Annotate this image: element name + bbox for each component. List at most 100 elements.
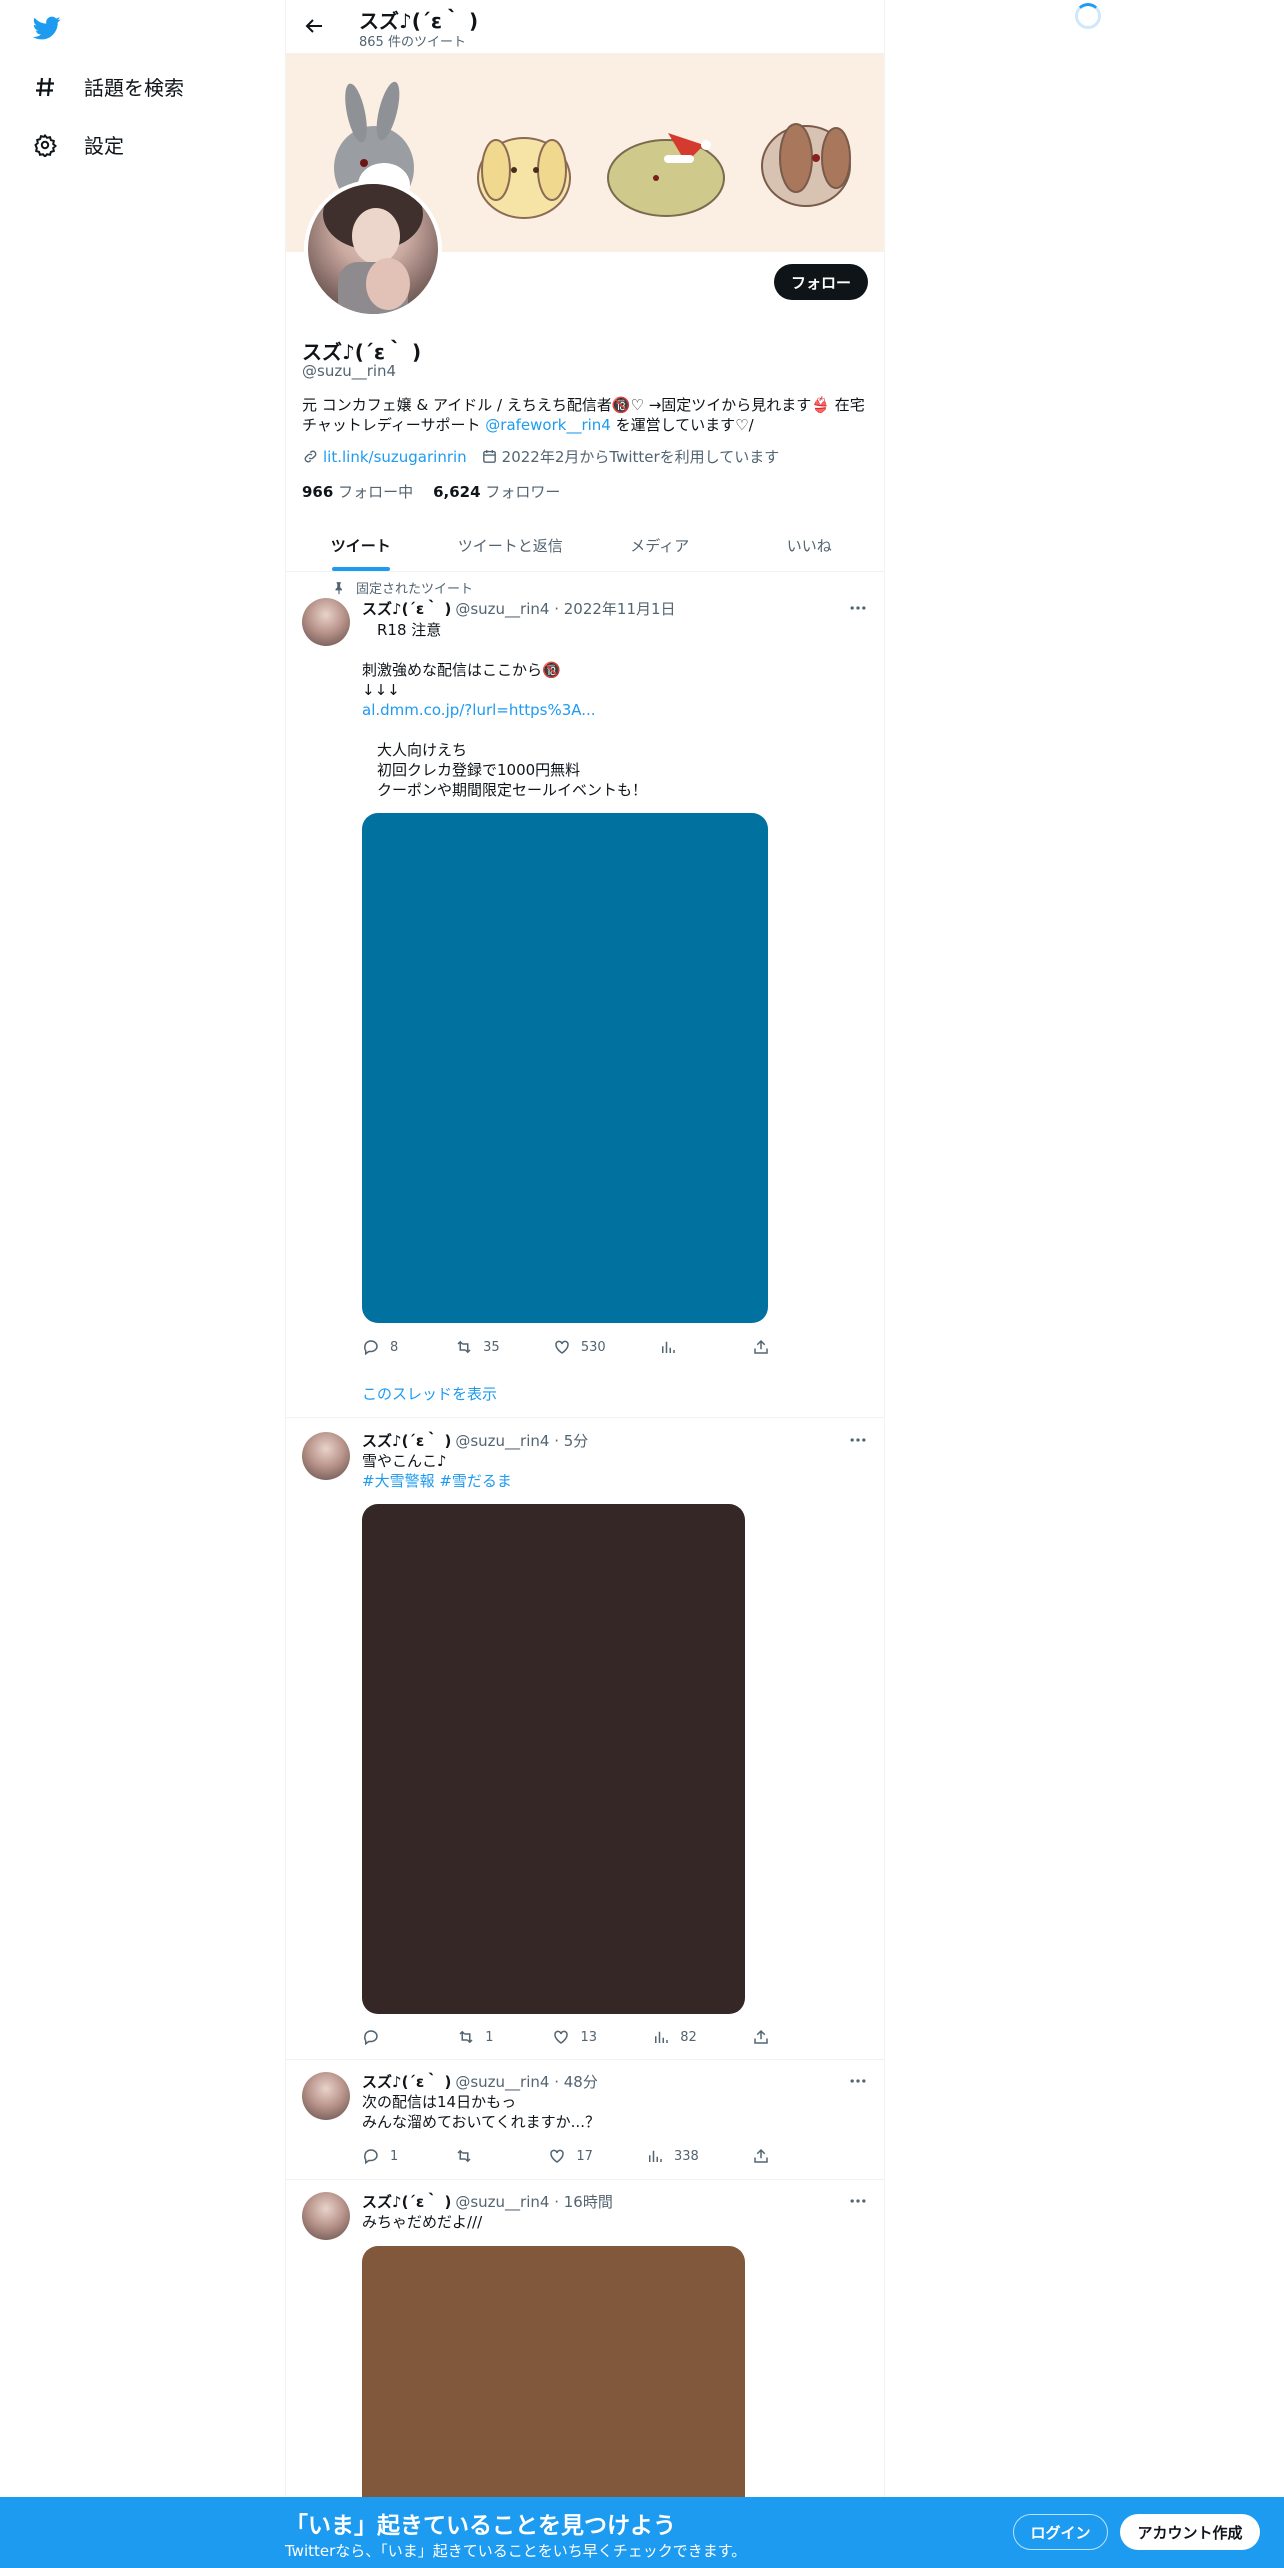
- tweet-header: スズ♪(´ε｀ ) @suzu__rin4 · 48分: [362, 2071, 598, 2092]
- reply-button[interactable]: 1: [362, 2147, 402, 2165]
- reply-button[interactable]: [362, 2028, 402, 2046]
- tweet-author-name[interactable]: スズ♪(´ε｀ ): [362, 1430, 451, 1451]
- views-count: 338: [674, 2148, 699, 2164]
- profile-link[interactable]: lit.link/suzugarinrin: [323, 448, 467, 466]
- tweet-line: 雪やこんこ♪: [362, 1452, 447, 1470]
- reply-button[interactable]: 8: [362, 1338, 402, 1356]
- heart-icon: [554, 2030, 569, 2044]
- share-button[interactable]: [752, 2147, 792, 2165]
- profile-joined: 2022年2月からTwitterを利用しています: [501, 448, 780, 466]
- retweet-icon: [459, 2030, 473, 2044]
- share-icon: [754, 2148, 768, 2163]
- left-navigation: 話題を検索 設定: [0, 0, 284, 2568]
- tweet-text: 雪やこんこ♪ #大雪警報 #雪だるま: [362, 1451, 867, 1491]
- like-count: 530: [580, 1339, 606, 1355]
- tweet-meta[interactable]: @suzu__rin4 · 48分: [455, 2071, 597, 2092]
- tweet-text: みちゃだめだよ///: [362, 2212, 867, 2232]
- profile-avatar[interactable]: [304, 180, 442, 318]
- back-arrow-icon[interactable]: [302, 14, 326, 38]
- tweet-avatar[interactable]: [302, 598, 350, 646]
- tweet-meta[interactable]: @suzu__rin4 · 16時間: [455, 2191, 612, 2212]
- nav-settings[interactable]: 設定: [32, 130, 124, 159]
- header-tweet-count: 865 件のツイート: [359, 35, 466, 50]
- retweet-button[interactable]: 35: [455, 1338, 500, 1356]
- hashtag-icon: [32, 74, 58, 100]
- nav-explore-label: 話題を検索: [84, 76, 184, 100]
- followers-label: フォロワー: [485, 483, 561, 501]
- following-label: フォロー中: [338, 483, 414, 501]
- profile-link-item[interactable]: lit.link/suzugarinrin: [302, 448, 467, 466]
- tweet-avatar[interactable]: [302, 1432, 350, 1480]
- followers-count: 6,624: [433, 483, 481, 501]
- profile-tabs: ツイート ツイートと返信 メディア いいね: [286, 519, 884, 572]
- more-options-icon[interactable]: [848, 598, 868, 618]
- tweet-meta[interactable]: @suzu__rin4 · 2022年11月1日: [455, 598, 675, 619]
- tweet-media-image[interactable]: [362, 813, 768, 1323]
- retweet-count: 1: [485, 2029, 494, 2045]
- heart-icon: [555, 1340, 569, 1354]
- gear-icon: [32, 132, 58, 158]
- create-account-button[interactable]: アカウント作成: [1120, 2514, 1260, 2550]
- reply-icon: [364, 1340, 378, 1356]
- views-button[interactable]: 338: [646, 2147, 699, 2165]
- calendar-icon: [482, 450, 496, 463]
- tweet-author-name[interactable]: スズ♪(´ε｀ ): [362, 598, 451, 619]
- tweet-author-name[interactable]: スズ♪(´ε｀ ): [362, 2191, 451, 2212]
- profile-stats: 966 フォロー中 6,624 フォロワー: [302, 481, 560, 502]
- tweet-header: スズ♪(´ε｀ ) @suzu__rin4 · 16時間: [362, 2191, 613, 2212]
- tweet-author-name[interactable]: スズ♪(´ε｀ ): [362, 2071, 451, 2092]
- reply-icon: [364, 2149, 378, 2165]
- nav-settings-label: 設定: [84, 134, 124, 158]
- like-count: 17: [576, 2148, 593, 2164]
- analytics-icon: [649, 2150, 662, 2162]
- tab-likes[interactable]: いいね: [735, 519, 885, 571]
- like-button[interactable]: 17: [548, 2147, 593, 2165]
- tweet-pinned[interactable]: 固定されたツイート スズ♪(´ε｀ ) @suzu__rin4 · 2022年1…: [286, 572, 884, 1418]
- share-button[interactable]: [752, 2028, 792, 2046]
- login-button[interactable]: ログイン: [1013, 2514, 1108, 2550]
- profile-bio: 元 コンカフェ嬢 & アイドル / えちえち配信者🔞♡ →固定ツイから見れます👙…: [302, 395, 868, 435]
- heart-icon: [550, 2149, 565, 2163]
- followers-stat[interactable]: 6,624 フォロワー: [433, 481, 560, 502]
- analytics-icon: [661, 1341, 675, 1353]
- tweet[interactable]: スズ♪(´ε｀ ) @suzu__rin4 · 48分 次の配信は14日かもっ …: [286, 2060, 884, 2180]
- tweet-hashtags[interactable]: #大雪警報 #雪だるま: [362, 1471, 867, 1491]
- show-thread-link[interactable]: このスレッドを表示: [362, 1383, 497, 1404]
- tweet[interactable]: スズ♪(´ε｀ ) @suzu__rin4 · 5分 雪やこんこ♪ #大雪警報 …: [286, 1418, 884, 2060]
- retweet-button[interactable]: 1: [457, 2028, 497, 2046]
- pin-icon: [335, 581, 342, 594]
- profile-meta: lit.link/suzugarinrin 2022年2月からTwitterを利…: [302, 446, 779, 467]
- signup-banner: 「いま」起きていることを見つけよう Twitterなら、「いま」起きていることを…: [0, 2497, 1284, 2568]
- more-options-icon[interactable]: [848, 1430, 868, 1450]
- like-button[interactable]: 530: [553, 1338, 606, 1356]
- profile-display-name: スズ♪(´ε｀ ): [302, 340, 422, 364]
- tab-media[interactable]: メディア: [585, 519, 735, 571]
- tweet-meta[interactable]: @suzu__rin4 · 5分: [455, 1430, 588, 1451]
- views-button[interactable]: 82: [652, 2028, 697, 2046]
- share-button[interactable]: [752, 1338, 792, 1356]
- tweet-link[interactable]: al.dmm.co.jp/?lurl=https%3A...: [362, 700, 867, 720]
- profile-header-bar: スズ♪(´ε｀ ) 865 件のツイート: [286, 0, 884, 53]
- retweet-button[interactable]: [455, 2147, 495, 2165]
- tweet-actions: 1 17 338: [362, 2147, 792, 2165]
- tweet-actions: 8 35 530: [362, 1338, 792, 1356]
- more-options-icon[interactable]: [848, 2191, 868, 2211]
- follow-button[interactable]: フォロー: [774, 264, 868, 300]
- nav-explore[interactable]: 話題を検索: [32, 72, 184, 101]
- like-button[interactable]: 13: [552, 2028, 597, 2046]
- retweet-icon: [457, 2149, 471, 2163]
- share-icon: [754, 1339, 768, 1354]
- more-options-icon[interactable]: [848, 2071, 868, 2091]
- tab-tweets[interactable]: ツイート: [286, 519, 436, 571]
- bio-mention-link[interactable]: @rafework__rin4: [485, 416, 611, 434]
- tweet-media-image[interactable]: [362, 1504, 745, 2014]
- tweet-avatar[interactable]: [302, 2192, 350, 2240]
- tab-tweets-and-replies[interactable]: ツイートと返信: [436, 519, 586, 571]
- following-stat[interactable]: 966 フォロー中: [302, 481, 413, 502]
- tweet-avatar[interactable]: [302, 2072, 350, 2120]
- views-button[interactable]: [659, 1338, 699, 1356]
- tweet-line: [362, 640, 867, 660]
- twitter-bird-icon[interactable]: [30, 14, 64, 42]
- tweet-line: ↓↓↓: [362, 681, 400, 699]
- reply-count: 1: [390, 2148, 399, 2164]
